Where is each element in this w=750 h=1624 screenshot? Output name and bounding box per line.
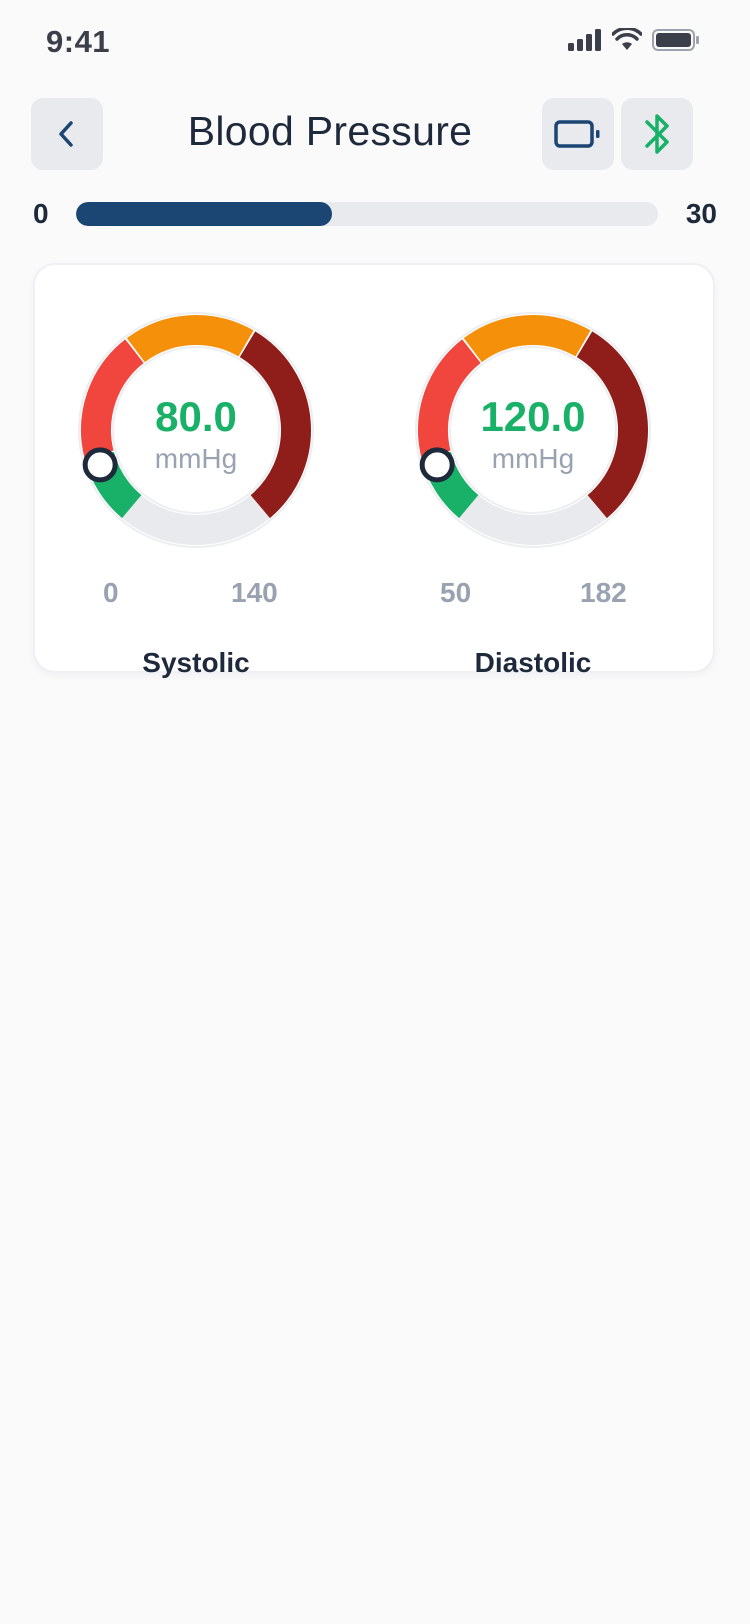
signal-icon [568, 29, 601, 51]
bluetooth-icon [645, 114, 669, 154]
battery-icon [652, 29, 699, 51]
progress-max-label: 30 [685, 198, 717, 229]
gauges-card: 80.0 mmHg 0 140 Systolic 120.0 mmHg 50 1… [33, 263, 715, 678]
gauge-segment-track [459, 494, 607, 545]
progress-fill [76, 202, 333, 226]
back-button[interactable] [31, 98, 103, 170]
gauge-min-label: 50 [440, 577, 472, 608]
bluetooth-button[interactable] [621, 98, 693, 170]
gauge-label: Diastolic [474, 647, 592, 678]
status-bar: 9:41 [0, 0, 750, 88]
progress-track [76, 202, 658, 226]
gauge-value: 120.0 [480, 393, 586, 440]
gauge-min-label: 0 [103, 577, 119, 608]
gauge-max-label: 182 [580, 577, 627, 608]
gauge-unit: mmHg [491, 443, 575, 474]
device-button[interactable] [542, 98, 614, 170]
gauge-diastolic: 120.0 mmHg 50 182 Diastolic [398, 295, 668, 678]
wifi-icon [612, 28, 642, 50]
gauge-segment-track [122, 494, 270, 545]
gauge-label: Systolic [142, 647, 250, 678]
gauge-unit: mmHg [154, 443, 238, 474]
page-title: Blood Pressure [187, 108, 473, 154]
header: Blood Pressure [0, 98, 750, 170]
gauge-max-label: 140 [231, 577, 278, 608]
chevron-left-icon [59, 121, 73, 147]
progress-min-label: 0 [33, 198, 49, 229]
gauge-value: 80.0 [155, 393, 237, 440]
status-time: 9:41 [46, 24, 111, 59]
tablet-icon [554, 120, 600, 148]
session-progress: 0 30 [0, 196, 750, 232]
status-icons [568, 28, 700, 52]
gauge-systolic: 80.0 mmHg 0 140 Systolic [61, 295, 331, 678]
